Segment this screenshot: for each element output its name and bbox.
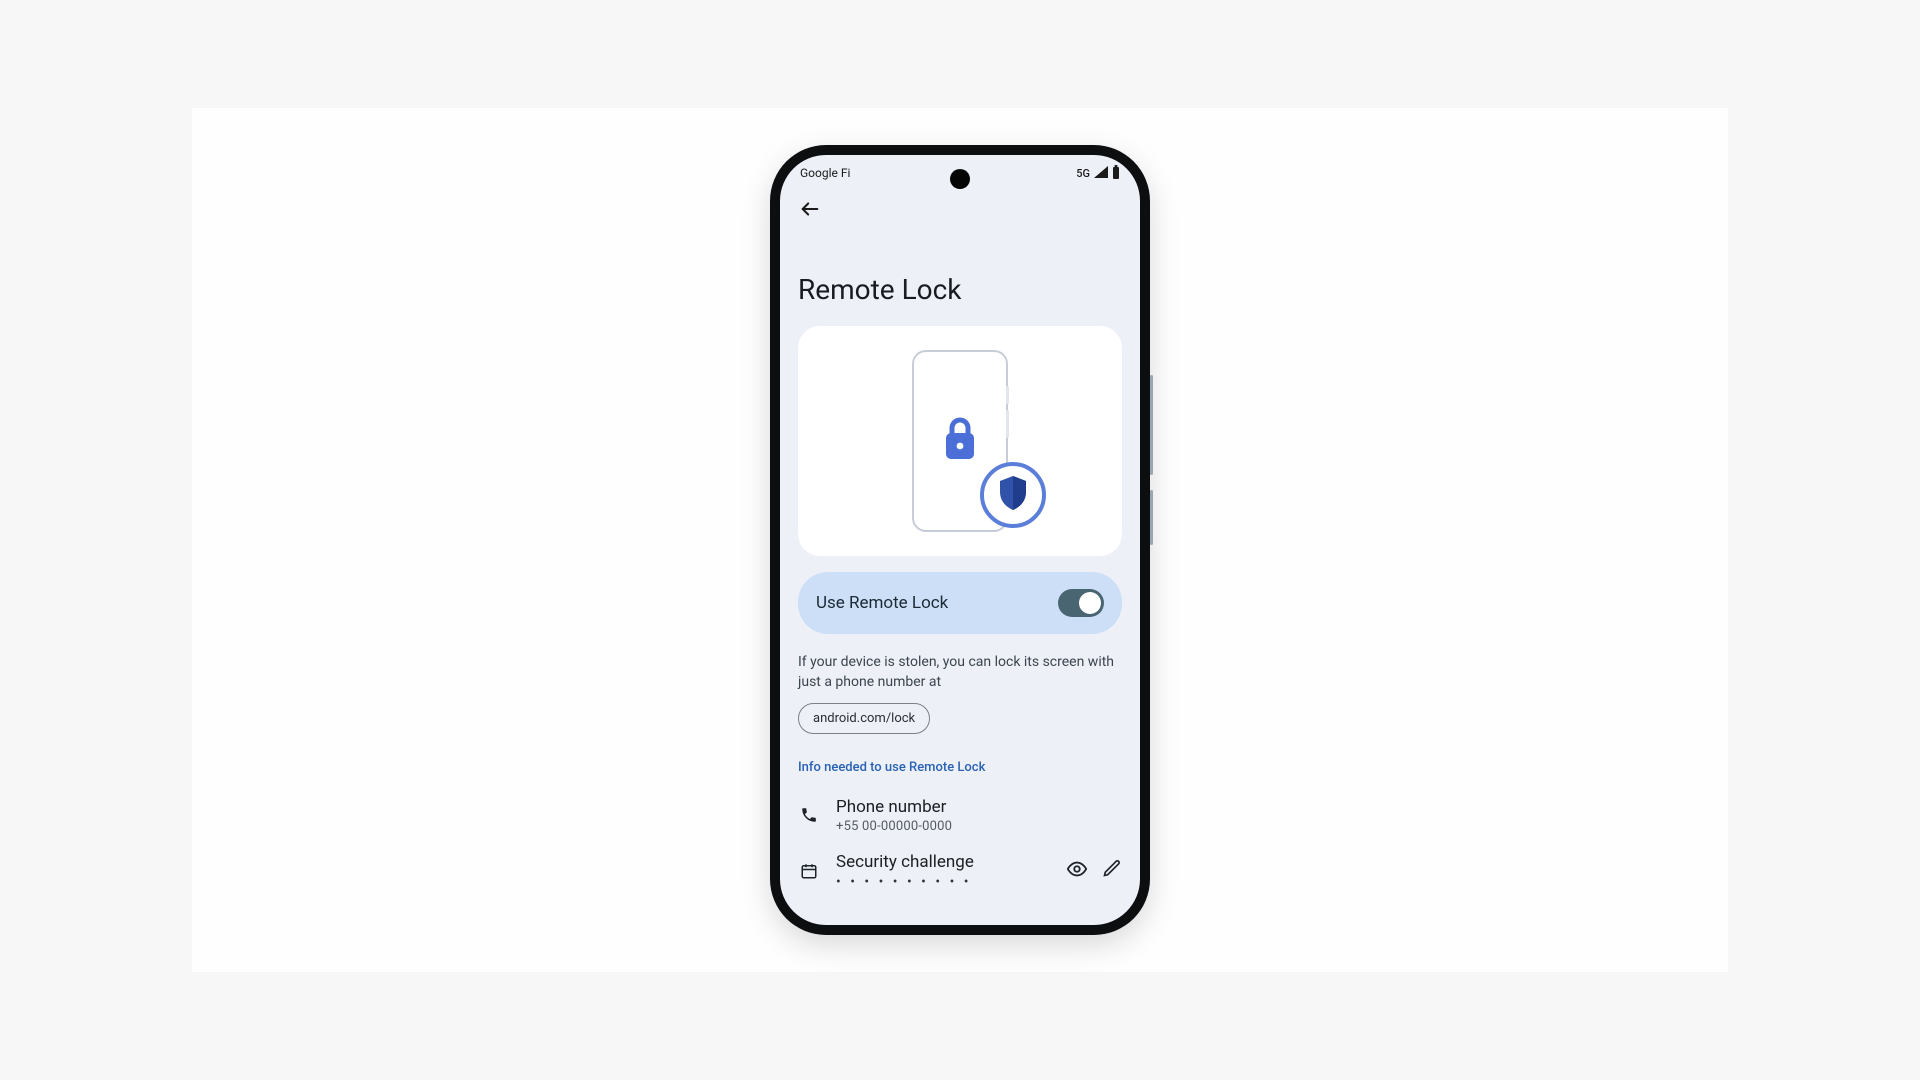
content-area: Remote Lock [780,273,1140,890]
lock-icon [940,415,980,467]
shield-badge [980,462,1046,528]
front-camera [950,169,970,189]
back-button[interactable] [796,197,824,225]
use-remote-lock-row[interactable]: Use Remote Lock [798,572,1122,634]
phone-number-title: Phone number [836,797,1122,817]
app-bar [780,191,1140,225]
phone-number-value: +55 00-00000-0000 [836,819,1122,834]
security-challenge-item[interactable]: Security challenge • • • • • • • • • • [798,852,1122,890]
hero-card [798,326,1122,556]
visibility-icon[interactable] [1066,858,1088,884]
phone-screen: Google Fi 5G [780,155,1140,925]
network-label: 5G [1076,167,1090,180]
signal-icon [1094,166,1108,181]
shield-icon [996,474,1030,516]
security-challenge-title: Security challenge [836,852,1050,872]
battery-icon [1112,165,1120,182]
calendar-icon [798,862,820,880]
lock-url-chip[interactable]: android.com/lock [798,703,930,734]
phone-number-item[interactable]: Phone number +55 00-00000-0000 [798,797,1122,834]
edit-icon[interactable] [1102,858,1122,884]
remote-lock-toggle[interactable] [1058,589,1104,617]
phone-frame: Google Fi 5G [770,145,1150,935]
section-header: Info needed to use Remote Lock [798,760,1122,775]
description-text: If your device is stolen, you can lock i… [798,652,1122,693]
status-indicators: 5G [1076,165,1120,182]
carrier-label: Google Fi [800,166,850,180]
security-challenge-value: • • • • • • • • • • [836,874,1050,890]
page-title: Remote Lock [798,273,1122,306]
phone-icon [798,806,820,824]
image-stage: Google Fi 5G [192,108,1728,972]
toggle-label: Use Remote Lock [816,593,948,613]
arrow-left-icon [799,198,821,224]
